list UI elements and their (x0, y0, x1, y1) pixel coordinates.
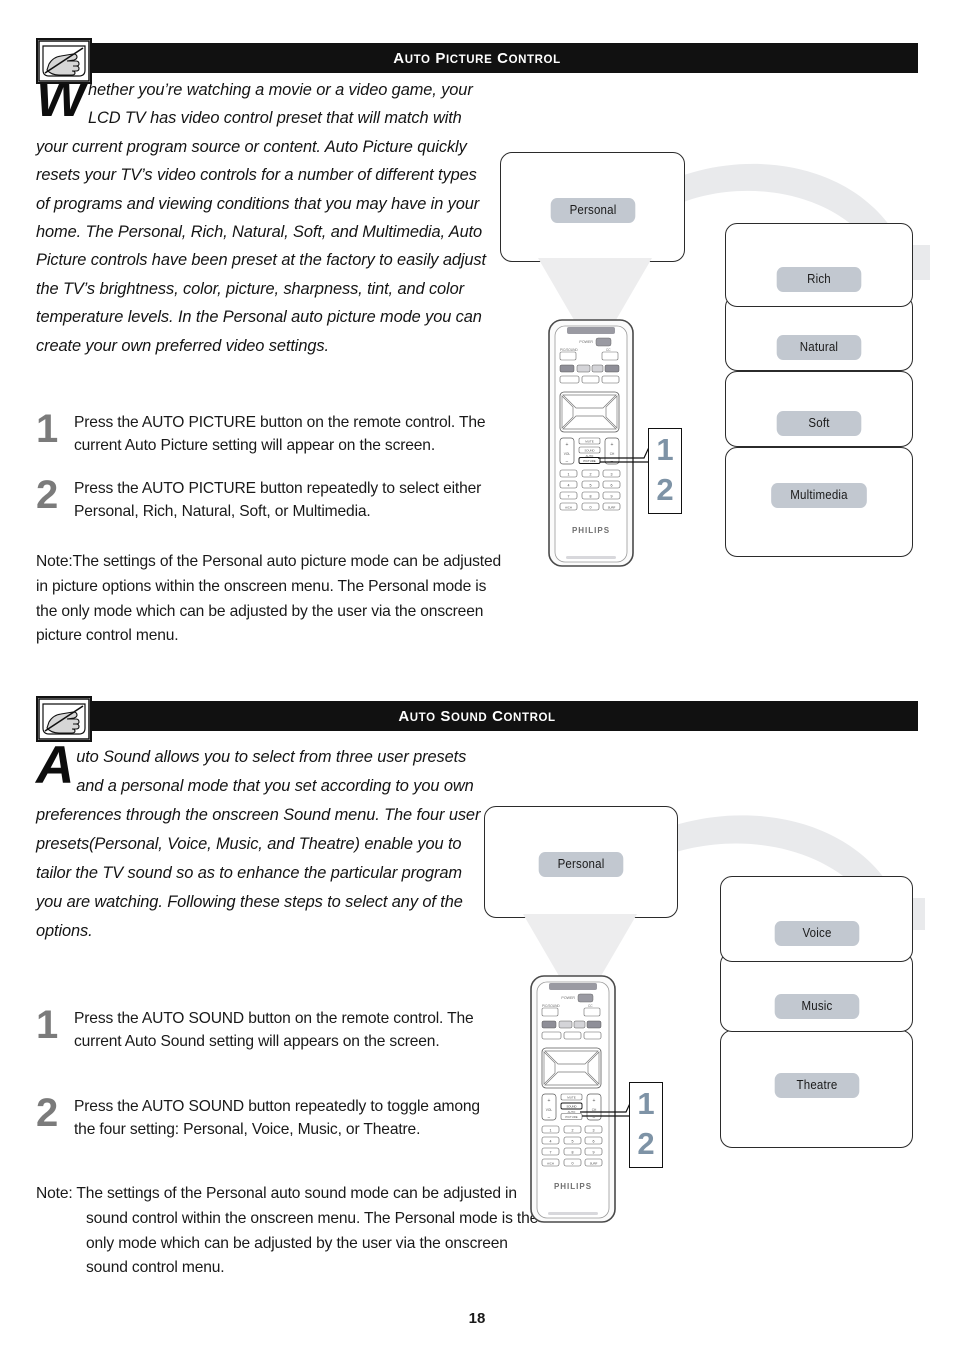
svg-text:POWER: POWER (579, 340, 593, 344)
setting-label-pill: Personal (538, 851, 624, 877)
callout-bracket: 1 2 (648, 428, 682, 514)
callout-number: 1 (637, 1086, 655, 1121)
setting-label-pill: Soft (776, 410, 862, 436)
svg-text:5: 5 (590, 484, 592, 488)
svg-text:−: − (548, 1115, 551, 1121)
hand-pointing-tv-icon (36, 696, 92, 742)
manual-page: AUTO PICTURE CONTROL Whether you’re watc… (0, 0, 954, 1354)
tv-screen-current: Personal (500, 152, 685, 262)
step-text: Press the AUTO PICTURE button on the rem… (74, 414, 486, 454)
setting-label-pill: Music (774, 993, 859, 1019)
svg-text:A/CH: A/CH (547, 1162, 554, 1166)
intro-paragraph-picture: Whether you’re watching a movie or a vid… (36, 72, 488, 360)
page-number: 18 (468, 1310, 486, 1327)
section-header-auto-sound: AUTO SOUND CONTROL (36, 701, 918, 731)
ir-beam-icon (538, 258, 652, 320)
section-header-auto-picture: AUTO PICTURE CONTROL (36, 43, 918, 73)
svg-text:POWER: POWER (561, 996, 575, 1000)
svg-text:3: 3 (593, 1129, 595, 1133)
svg-text:6: 6 (611, 484, 613, 488)
svg-text:VOL: VOL (546, 1108, 553, 1112)
svg-text:3: 3 (611, 473, 613, 477)
svg-text:4: 4 (568, 484, 570, 488)
setting-label-pill: Voice (774, 920, 859, 946)
svg-text:9: 9 (593, 1151, 595, 1155)
step-text: Press the AUTO SOUND button on the remot… (74, 1010, 474, 1050)
svg-text:SURF: SURF (608, 506, 616, 510)
setting-label-pill: Rich (776, 266, 862, 292)
intro-text: uto Sound allows you to select from thre… (36, 748, 481, 940)
svg-text:1: 1 (568, 473, 570, 477)
svg-text:2: 2 (590, 473, 592, 477)
svg-text:PHILIPS: PHILIPS (554, 1182, 592, 1191)
ir-beam-icon (523, 914, 637, 976)
note-picture: Note:The settings of the Personal auto p… (36, 553, 501, 645)
svg-text:A/CH: A/CH (565, 506, 572, 510)
svg-text:CC: CC (606, 348, 611, 352)
svg-text:0: 0 (590, 506, 592, 510)
step-item: 1 Press the AUTO SOUND button on the rem… (36, 1003, 488, 1053)
setting-label-pill: Theatre (774, 1072, 859, 1098)
svg-text:SURF: SURF (590, 1162, 598, 1166)
tv-screen-option: Multimedia (725, 447, 913, 557)
step-number: 1 (36, 1003, 59, 1047)
note-sound: Note: The settings of the Personal auto … (36, 1185, 539, 1277)
callout-bracket: 1 2 (629, 1082, 663, 1168)
tv-screen-option: Soft (725, 371, 913, 447)
svg-text:2: 2 (572, 1129, 574, 1133)
setting-label-pill: Personal (550, 197, 635, 223)
svg-text:0: 0 (572, 1162, 574, 1166)
tv-screen-option: Theatre (720, 1030, 913, 1148)
svg-text:9: 9 (611, 495, 613, 499)
tv-screen-option: Rich (725, 223, 913, 307)
tv-screen-option: Music (720, 952, 913, 1032)
setting-label-pill: Multimedia (771, 482, 867, 508)
svg-text:5: 5 (572, 1140, 574, 1144)
step-item: 2 Press the AUTO SOUND button repeatedly… (36, 1091, 488, 1141)
hand-pointing-tv-icon (36, 38, 92, 84)
svg-text:VOL: VOL (564, 452, 571, 456)
svg-text:7: 7 (550, 1151, 552, 1155)
tv-screen-option: Voice (720, 876, 913, 962)
step-text: Press the AUTO PICTURE button repeatedly… (74, 480, 482, 520)
step-item: 2 Press the AUTO PICTURE button repeated… (36, 473, 486, 523)
step-item: 1 Press the AUTO PICTURE button on the r… (36, 407, 486, 457)
section-title: AUTO PICTURE CONTROL (393, 49, 561, 67)
drop-cap: A (36, 736, 75, 795)
section-title: AUTO SOUND CONTROL (398, 707, 556, 725)
svg-text:8: 8 (590, 495, 592, 499)
svg-text:PIC/SOUND: PIC/SOUND (560, 348, 578, 352)
tv-screen-current: Personal (484, 806, 678, 918)
svg-text:1: 1 (550, 1129, 552, 1133)
svg-text:−: − (566, 459, 569, 465)
svg-text:6: 6 (593, 1140, 595, 1144)
svg-text:4: 4 (550, 1140, 552, 1144)
svg-text:8: 8 (572, 1151, 574, 1155)
svg-text:PHILIPS: PHILIPS (572, 526, 610, 535)
callout-number: 1 (656, 432, 674, 467)
step-text: Press the AUTO SOUND button repeatedly t… (74, 1098, 480, 1138)
svg-text:CC: CC (588, 1004, 593, 1008)
setting-label-pill: Natural (776, 334, 862, 360)
step-number: 1 (36, 407, 59, 451)
intro-text: hether you’re watching a movie or a vide… (36, 81, 486, 355)
callout-number: 2 (656, 472, 674, 507)
step-number: 2 (36, 473, 59, 517)
intro-paragraph-sound: Auto Sound allows you to select from thr… (36, 736, 484, 946)
callout-number: 2 (637, 1126, 655, 1161)
svg-text:+: + (566, 442, 569, 448)
svg-text:7: 7 (568, 495, 570, 499)
svg-text:+: + (548, 1098, 551, 1104)
step-number: 2 (36, 1091, 59, 1135)
svg-text:PIC/SOUND: PIC/SOUND (542, 1004, 560, 1008)
